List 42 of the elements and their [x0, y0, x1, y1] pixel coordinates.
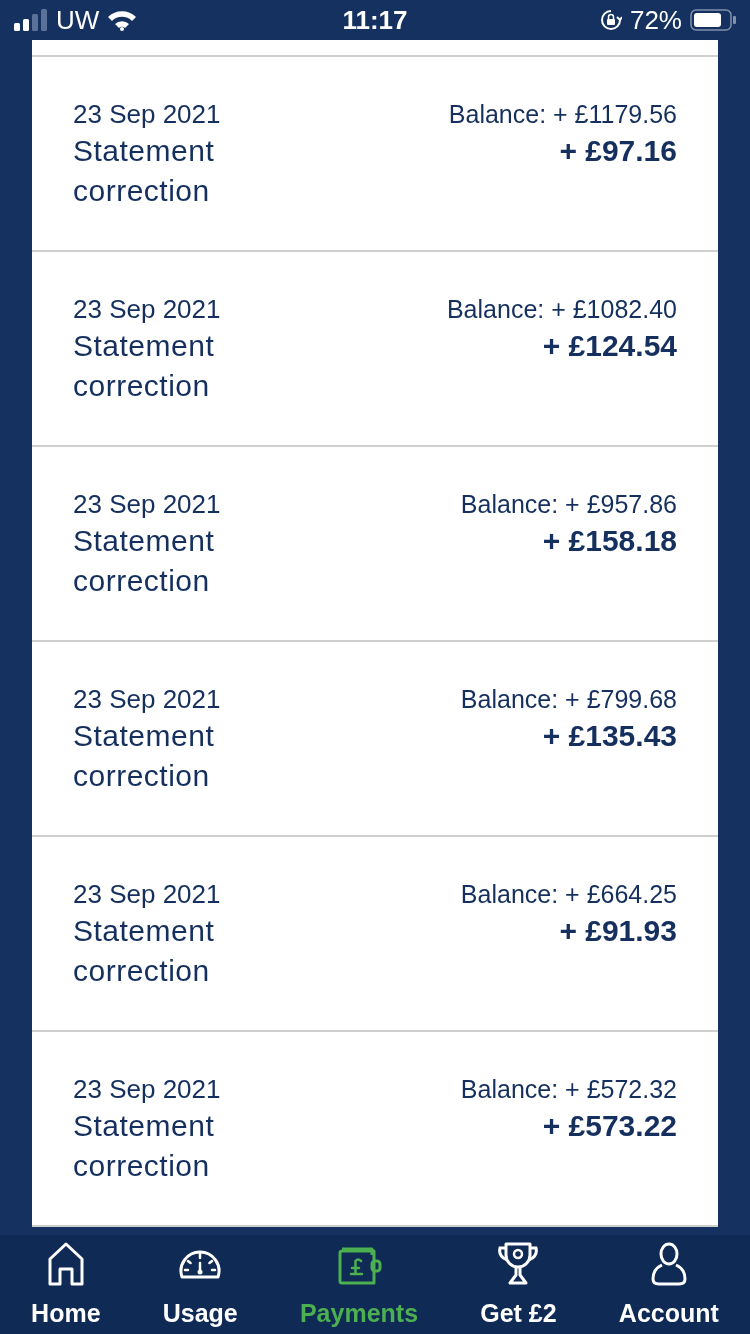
transaction-date: 23 Sep 2021 — [73, 98, 222, 131]
tab-item[interactable]: Get £2 — [476, 1235, 561, 1334]
battery-icon — [690, 9, 736, 31]
transaction-description: Statement correction — [73, 328, 216, 404]
transaction-row[interactable]: 23 Sep 2021 Statement correction Balance: + £957.86 + £158.18 — [32, 447, 718, 642]
signal-icon — [14, 9, 48, 31]
transaction-row[interactable]: 23 Sep 2021 Statement correction Balance: + £799.68 + £135.43 — [32, 642, 718, 837]
transaction-description: Statement correction — [73, 718, 216, 794]
balance-text: Balance: + £1082.40 — [446, 294, 677, 325]
battery-percent: 72% — [629, 4, 682, 36]
transaction-description: Statement correction — [73, 523, 216, 599]
carrier-name: UW — [56, 4, 100, 36]
transaction-row[interactable]: 23 Sep 2021 Statement correction Balance: + £1082.40 + £124.54 — [32, 252, 718, 447]
transaction-row[interactable]: 23 Sep 2021 Statement correction Balance: + £1179.56 + £97.16 — [32, 57, 718, 252]
balance-text: Balance: + £664.25 — [460, 879, 677, 910]
transaction-amount: + £158.18 — [541, 523, 677, 559]
rotation-lock-icon — [599, 9, 622, 31]
balance-text: Balance: + £1179.56 — [448, 99, 677, 130]
balance-text: Balance: + £799.68 — [460, 684, 677, 715]
transaction-description: Statement correction — [73, 1108, 216, 1184]
transaction-date: 23 Sep 2021 — [73, 683, 222, 716]
clock-time: 11:17 — [341, 4, 409, 36]
balance-text: Balance: + £572.32 — [460, 1074, 677, 1105]
wifi-icon — [107, 9, 138, 31]
transaction-amount: + £124.54 — [541, 328, 677, 364]
transaction-date: 23 Sep 2021 — [73, 488, 222, 521]
transaction-row[interactable]: 23 Sep 2021 Statement correction Balance: + £572.32 + £573.22 — [32, 1032, 718, 1227]
transaction-amount: + £91.93 — [558, 913, 677, 949]
tab-item[interactable]: Home — [27, 1235, 105, 1334]
transaction-amount: + £97.16 — [558, 133, 677, 169]
tab-item[interactable]: Account — [614, 1235, 723, 1334]
tab-item[interactable]: Payments — [295, 1235, 423, 1334]
transaction-date: 23 Sep 2021 — [73, 878, 222, 911]
transaction-row[interactable]: 23 Sep 2021 Statement correction Balance: + £664.25 + £91.93 — [32, 837, 718, 1032]
transaction-amount: + £573.22 — [541, 1108, 677, 1144]
transaction-description: Statement correction — [73, 913, 216, 989]
balance-text: Balance: + £957.86 — [460, 489, 677, 520]
transaction-date: 23 Sep 2021 — [73, 1073, 222, 1106]
transaction-date: 23 Sep 2021 — [73, 293, 222, 326]
tab-item[interactable]: Usage — [158, 1235, 242, 1334]
transaction-description: Statement correction — [73, 133, 216, 209]
transaction-amount: + £135.43 — [541, 718, 677, 754]
